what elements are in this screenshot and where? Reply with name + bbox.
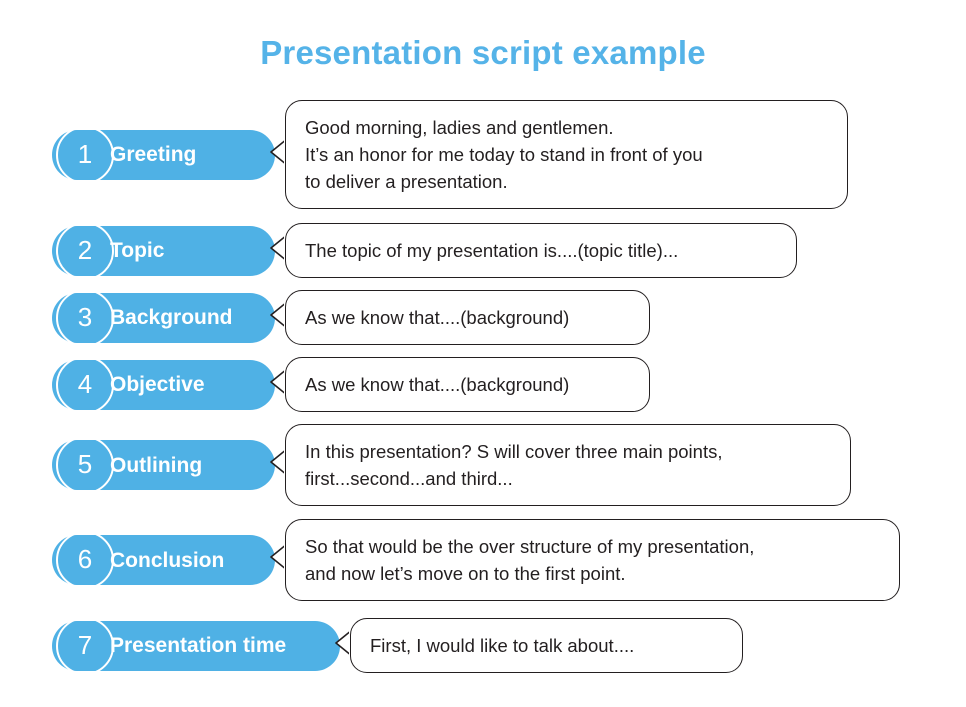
step-pill-conclusion[interactable]: 6 Conclusion: [52, 531, 275, 589]
script-step-row: 7 Presentation time First, I would like …: [52, 616, 743, 675]
bubble-text-line: It’s an honor for me today to stand in f…: [305, 144, 703, 165]
step-pill-greeting[interactable]: 1 Greeting: [52, 125, 275, 184]
script-bubble-wrap: So that would be the over structure of m…: [270, 519, 900, 601]
step-pill-background[interactable]: 3 Background: [52, 288, 275, 347]
bubble-text-line: So that would be the over structure of m…: [305, 536, 755, 557]
bubble-text-line: to deliver a presentation.: [305, 171, 508, 192]
bubble-text-line: First, I would like to talk about....: [370, 635, 635, 656]
step-number-circle-icon: 7: [56, 616, 114, 675]
step-number-circle-icon: 4: [56, 355, 114, 414]
step-pill-presentation-time[interactable]: 7 Presentation time: [52, 616, 340, 675]
bubble-text-line: and now let’s move on to the first point…: [305, 563, 626, 584]
step-number: 1: [77, 138, 93, 169]
step-pill-objective[interactable]: 4 Objective: [52, 355, 275, 414]
script-bubble-wrap: As we know that....(background): [270, 290, 650, 345]
script-step-row: 6 Conclusion So that would be the over s…: [52, 519, 900, 601]
script-bubble-wrap: In this presentation? S will cover three…: [270, 424, 851, 506]
step-label: Presentation time: [110, 634, 287, 657]
bubble-text-line: first...second...and third...: [305, 468, 513, 489]
script-step-row: 1 Greeting Good morning, ladies and gent…: [52, 100, 848, 209]
script-step-row: 3 Background As we know that....(backgro…: [52, 288, 650, 347]
step-number-circle-icon: 2: [56, 221, 114, 280]
step-number-circle-icon: 6: [56, 531, 114, 589]
script-step-row: 2 Topic The topic of my presentation is.…: [52, 221, 797, 280]
script-bubble-wrap: The topic of my presentation is....(topi…: [270, 223, 797, 278]
step-number: 4: [77, 368, 93, 399]
step-label: Conclusion: [110, 548, 225, 572]
bubble-text-line: Good morning, ladies and gentlemen.: [305, 117, 614, 138]
step-number: 6: [77, 544, 93, 574]
step-pill-outlining[interactable]: 5 Outlining: [52, 436, 275, 494]
script-bubble-wrap: Good morning, ladies and gentlemen. It’s…: [270, 100, 848, 209]
step-label: Outlining: [110, 453, 203, 477]
bubble-text-line: The topic of my presentation is....(topi…: [305, 240, 679, 261]
bubble-text-line: As we know that....(background): [305, 374, 570, 395]
step-number: 3: [77, 301, 93, 332]
step-label: Topic: [110, 239, 165, 262]
step-pill-topic[interactable]: 2 Topic: [52, 221, 275, 280]
script-bubble: Good morning, ladies and gentlemen. It’s…: [285, 100, 848, 209]
script-bubble: In this presentation? S will cover three…: [285, 424, 851, 506]
script-bubble: So that would be the over structure of m…: [285, 519, 900, 601]
bubble-text-line: As we know that....(background): [305, 307, 570, 328]
page-title: Presentation script example: [260, 34, 706, 71]
script-step-row: 4 Objective As we know that....(backgrou…: [52, 355, 650, 414]
script-bubble-wrap: As we know that....(background): [270, 357, 650, 412]
step-number: 2: [77, 234, 93, 265]
step-number-circle-icon: 3: [56, 288, 114, 347]
bubble-text-line: In this presentation? S will cover three…: [305, 441, 723, 462]
script-bubble: First, I would like to talk about....: [350, 618, 743, 673]
script-bubble: As we know that....(background): [285, 357, 650, 412]
script-bubble-wrap: First, I would like to talk about....: [335, 618, 743, 673]
step-number: 7: [77, 629, 93, 660]
step-label: Objective: [110, 373, 205, 396]
step-number-circle-icon: 1: [56, 125, 114, 184]
step-number: 5: [77, 449, 93, 479]
step-number-circle-icon: 5: [56, 436, 114, 494]
script-bubble: The topic of my presentation is....(topi…: [285, 223, 797, 278]
step-label: Greeting: [110, 143, 197, 166]
script-step-row: 5 Outlining In this presentation? S will…: [52, 424, 851, 506]
presentation-slide: Presentation script example 1 Greeting G…: [0, 0, 966, 707]
step-label: Background: [110, 306, 233, 329]
script-bubble: As we know that....(background): [285, 290, 650, 345]
